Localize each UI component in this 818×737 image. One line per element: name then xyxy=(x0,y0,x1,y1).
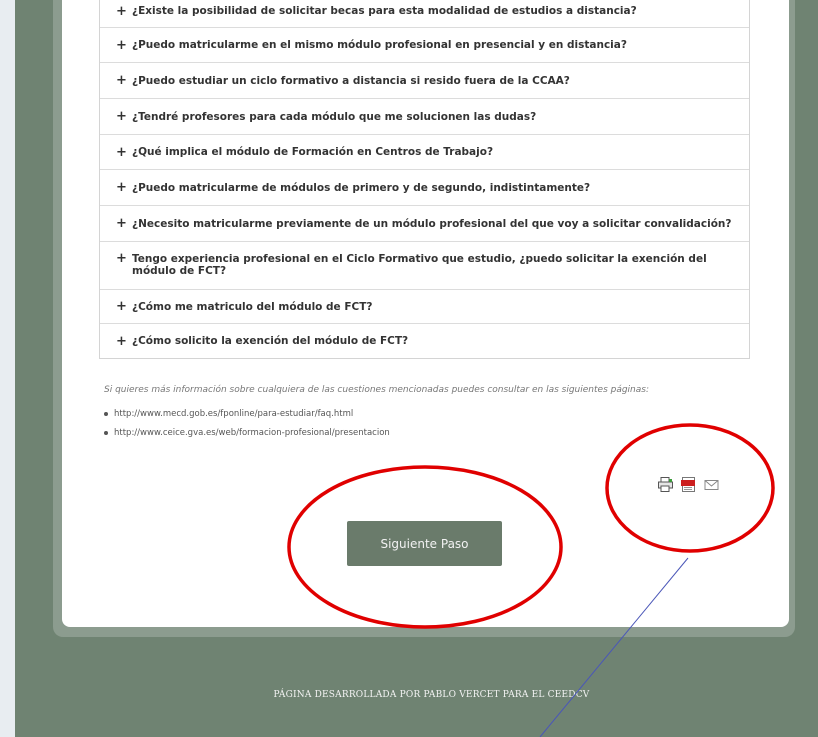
pdf-icon[interactable] xyxy=(680,476,697,493)
plus-icon: + xyxy=(116,299,127,314)
faq-item-exencion-fct[interactable]: + ¿Cómo solicito la exención del módulo … xyxy=(100,323,749,358)
faq-accordion: + ¿Existe la posibilidad de solicitar be… xyxy=(99,0,750,359)
more-info-text: Si quieres más información sobre cualqui… xyxy=(104,385,650,395)
plus-icon: + xyxy=(116,216,127,231)
faq-question: ¿Necesito matricularme previamente de un… xyxy=(132,217,732,230)
plus-icon: + xyxy=(116,144,127,160)
print-icon[interactable] xyxy=(657,476,674,493)
faq-item-convalidacion[interactable]: + ¿Necesito matricularme previamente de … xyxy=(100,205,749,241)
faq-item-fct[interactable]: + ¿Qué implica el módulo de Formación en… xyxy=(100,134,749,169)
plus-icon: + xyxy=(116,251,127,266)
bullet-icon xyxy=(104,430,108,435)
bullet-icon xyxy=(104,411,108,416)
faq-item-matricula-fct[interactable]: + ¿Cómo me matriculo del módulo de FCT? xyxy=(100,289,749,323)
faq-question: ¿Cómo me matriculo del módulo de FCT? xyxy=(132,300,373,313)
faq-question: ¿Cómo solicito la exención del módulo de… xyxy=(132,335,409,347)
plus-icon: + xyxy=(116,37,127,53)
faq-item-profesores[interactable]: + ¿Tendré profesores para cada módulo qu… xyxy=(100,98,749,134)
faq-item-primero-segundo[interactable]: + ¿Puedo matricularme de módulos de prim… xyxy=(100,169,749,205)
faq-question: ¿Puedo matricularme en el mismo módulo p… xyxy=(132,39,627,51)
faq-question: ¿Existe la posibilidad de solicitar beca… xyxy=(132,5,637,17)
info-link-item: http://www.ceice.gva.es/web/formacion-pr… xyxy=(104,424,390,443)
plus-icon: + xyxy=(116,109,127,124)
faq-item-fuera-ccaa[interactable]: + ¿Puedo estudiar un ciclo formativo a d… xyxy=(100,62,749,98)
share-icons xyxy=(657,476,720,493)
faq-item-presencial-distancia[interactable]: + ¿Puedo matricularme en el mismo módulo… xyxy=(100,27,749,62)
plus-icon: + xyxy=(116,333,127,349)
faq-question: ¿Puedo matricularme de módulos de primer… xyxy=(132,181,591,194)
faq-question: Tengo experiencia profesional en el Cicl… xyxy=(132,253,707,277)
next-step-button[interactable]: Siguiente Paso xyxy=(347,521,502,566)
faq-question: ¿Puedo estudiar un ciclo formativo a dis… xyxy=(132,74,570,87)
info-links: http://www.mecd.gob.es/fponline/para-est… xyxy=(104,405,390,443)
faq-item-becas[interactable]: + ¿Existe la posibilidad de solicitar be… xyxy=(100,0,749,27)
faq-question: ¿Qué implica el módulo de Formación en C… xyxy=(132,146,494,158)
footer-credits: PÁGINA DESARROLLADA POR PABLO VERCET PAR… xyxy=(273,690,590,700)
plus-icon: + xyxy=(116,73,127,88)
info-link-ceice[interactable]: http://www.ceice.gva.es/web/formacion-pr… xyxy=(114,428,390,438)
email-icon[interactable] xyxy=(703,476,720,493)
faq-question: ¿Tendré profesores para cada módulo que … xyxy=(132,110,537,123)
plus-icon: + xyxy=(116,180,127,195)
info-link-mecd[interactable]: http://www.mecd.gob.es/fponline/para-est… xyxy=(114,409,353,419)
info-link-item: http://www.mecd.gob.es/fponline/para-est… xyxy=(104,405,390,424)
plus-icon: + xyxy=(116,3,127,19)
faq-item-experiencia[interactable]: + Tengo experiencia profesional en el Ci… xyxy=(100,241,749,289)
